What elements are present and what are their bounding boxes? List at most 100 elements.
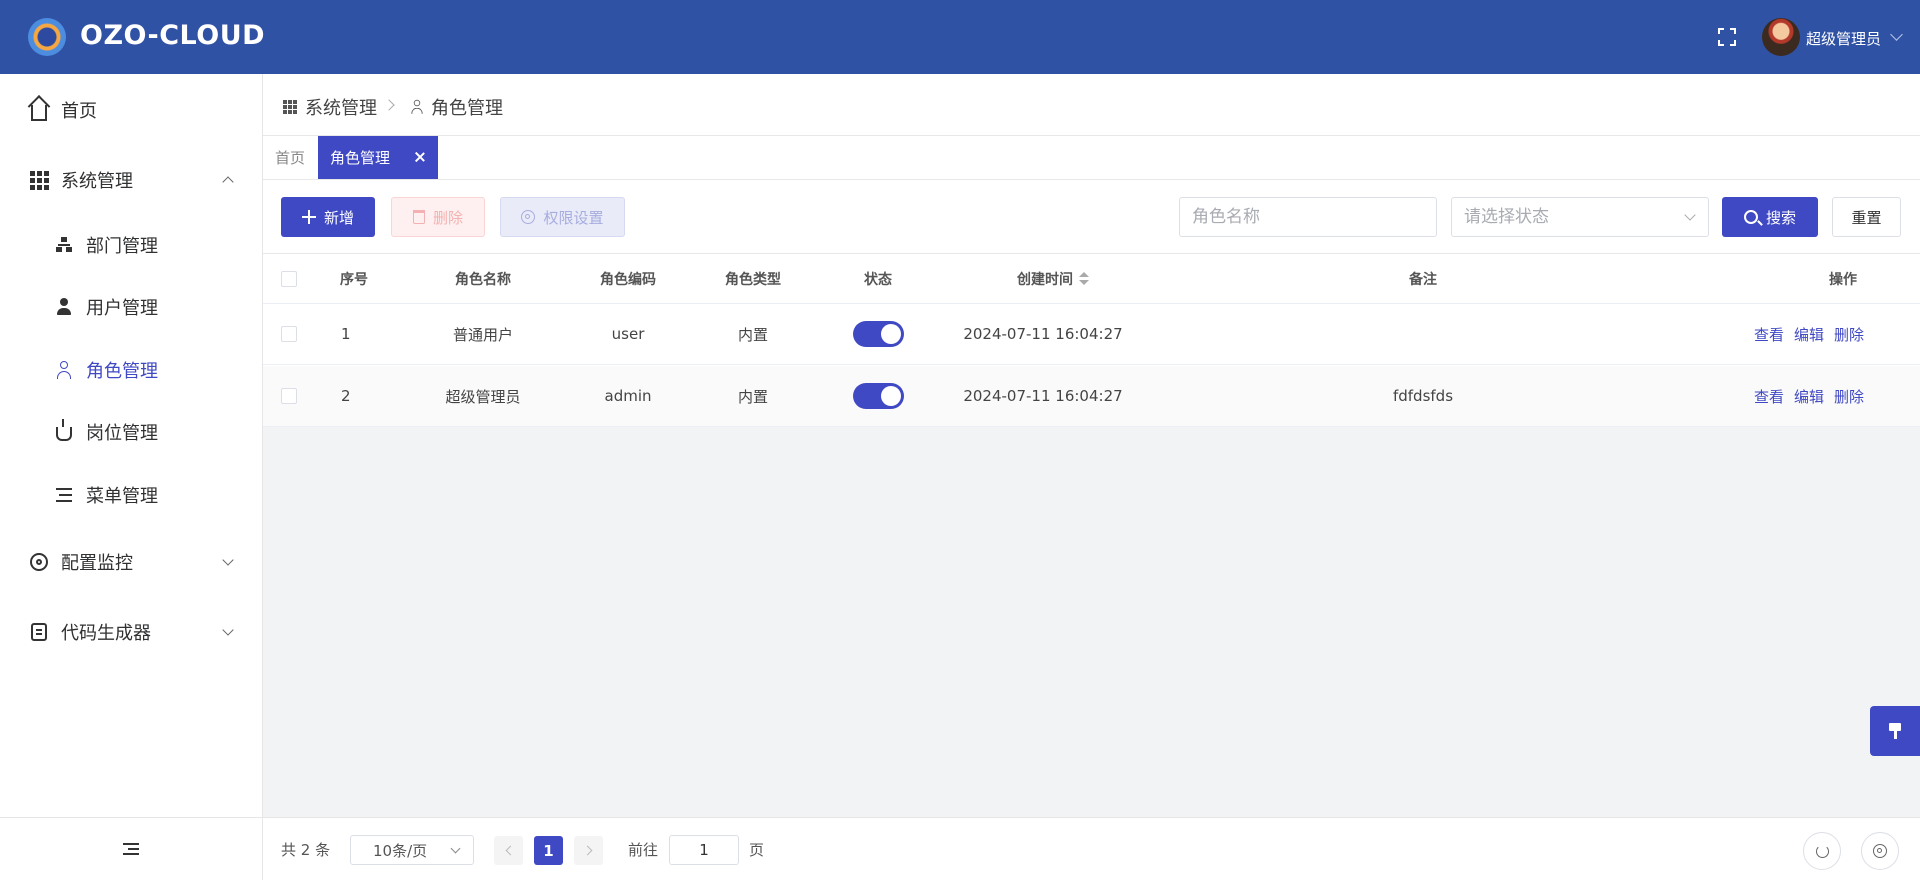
sidebar-item-config-monitor[interactable]: 配置监控 bbox=[0, 534, 262, 590]
cell-remark: fdfdsfds bbox=[1392, 387, 1454, 405]
add-button[interactable]: 新增 bbox=[281, 197, 375, 237]
top-header: OZO-CLOUD 超级管理员 bbox=[0, 0, 1920, 74]
table-header: 序号 角色名称 角色编码 角色类型 状态 创建时间 备注 操作 bbox=[263, 254, 1920, 304]
sidebar-item-label: 配置监控 bbox=[61, 553, 133, 574]
avatar[interactable] bbox=[1762, 18, 1800, 56]
select-all-checkbox[interactable] bbox=[281, 254, 297, 303]
chevron-down-icon bbox=[222, 624, 234, 636]
home-icon bbox=[29, 100, 49, 121]
status-toggle[interactable] bbox=[852, 321, 904, 347]
edit-link[interactable]: 编辑 bbox=[1794, 386, 1824, 407]
sidebar-item-departments[interactable]: 部门管理 bbox=[0, 217, 262, 273]
chevron-down-icon[interactable] bbox=[1890, 28, 1903, 41]
toolbar: 新增 删除 权限设置 搜索 重置 bbox=[263, 180, 1920, 254]
page-suffix: 页 bbox=[749, 840, 765, 859]
gear-icon bbox=[521, 210, 536, 224]
username[interactable]: 超级管理员 bbox=[1806, 28, 1881, 49]
grid-icon bbox=[283, 100, 297, 114]
row-checkbox[interactable] bbox=[281, 304, 297, 364]
user-outline-icon bbox=[411, 99, 424, 115]
permissions-button[interactable]: 权限设置 bbox=[500, 197, 625, 237]
cell-index: 1 bbox=[341, 325, 351, 343]
sidebar-item-menus[interactable]: 菜单管理 bbox=[0, 467, 262, 523]
sidebar-item-label: 角色管理 bbox=[86, 361, 158, 382]
column-header-status: 状态 bbox=[864, 271, 892, 288]
table-empty-area bbox=[263, 427, 1920, 817]
tab-home[interactable]: 首页 bbox=[263, 136, 317, 179]
page-size-select[interactable]: 10条/页 bbox=[350, 835, 474, 865]
breadcrumb-item-roles: 角色管理 bbox=[409, 94, 503, 120]
sidebar-item-system[interactable]: 系统管理 bbox=[0, 152, 262, 208]
refresh-icon bbox=[1815, 844, 1829, 858]
sidebar-item-posts[interactable]: 岗位管理 bbox=[0, 404, 262, 460]
permissions-button-label: 权限设置 bbox=[543, 208, 604, 227]
prev-page-button[interactable] bbox=[494, 836, 523, 865]
tab-roles[interactable]: 角色管理 bbox=[318, 136, 438, 179]
cell-type: 内置 bbox=[737, 325, 768, 344]
column-header-type: 角色类型 bbox=[725, 271, 781, 288]
chevron-right-icon bbox=[383, 99, 395, 111]
trash-icon bbox=[412, 210, 425, 224]
sidebar-item-label: 岗位管理 bbox=[86, 423, 158, 444]
user-icon bbox=[54, 297, 74, 317]
status-toggle[interactable] bbox=[852, 383, 904, 409]
theme-settings-button[interactable] bbox=[1870, 706, 1920, 756]
search-button-label: 搜索 bbox=[1765, 208, 1796, 227]
cell-type: 内置 bbox=[737, 387, 768, 406]
add-button-label: 新增 bbox=[323, 208, 354, 227]
delete-button[interactable]: 删除 bbox=[391, 197, 485, 237]
close-icon[interactable] bbox=[412, 149, 428, 165]
search-button[interactable]: 搜索 bbox=[1722, 197, 1818, 237]
code-icon bbox=[29, 622, 49, 642]
goto-page-input[interactable] bbox=[669, 835, 739, 865]
cell-code: admin bbox=[604, 387, 652, 405]
cell-index: 2 bbox=[341, 387, 351, 405]
column-header-created[interactable]: 创建时间 bbox=[963, 254, 1143, 303]
brush-icon bbox=[1889, 723, 1901, 739]
collapse-sidebar-button[interactable] bbox=[0, 817, 262, 880]
next-page-button[interactable] bbox=[574, 836, 603, 865]
post-icon bbox=[54, 419, 74, 442]
page-size-value: 10条/页 bbox=[373, 841, 428, 860]
column-header-created-label: 创建时间 bbox=[1017, 271, 1073, 288]
fullscreen-icon[interactable] bbox=[1718, 28, 1736, 46]
view-link[interactable]: 查看 bbox=[1754, 324, 1784, 345]
table-row: 1 普通用户 user 内置 2024-07-11 16:04:27 查看 编辑… bbox=[263, 304, 1920, 365]
sidebar-item-users[interactable]: 用户管理 bbox=[0, 279, 262, 335]
sidebar-item-label: 部门管理 bbox=[86, 236, 158, 257]
search-icon bbox=[1743, 210, 1758, 224]
chevron-down-icon bbox=[222, 554, 234, 566]
menu-icon bbox=[54, 485, 74, 505]
sort-icon[interactable] bbox=[1079, 271, 1089, 286]
breadcrumb-parent: 系统管理 bbox=[305, 98, 377, 119]
sidebar: 首页 系统管理 部门管理 用户管理 角色管理 岗位管理 菜单管理 配置监控 代码… bbox=[0, 74, 263, 880]
chevron-down-icon bbox=[450, 843, 461, 854]
column-header-actions: 操作 bbox=[1829, 271, 1857, 288]
breadcrumb-current: 角色管理 bbox=[431, 98, 503, 119]
tab-bar: 首页 角色管理 bbox=[263, 136, 1920, 180]
row-checkbox[interactable] bbox=[281, 366, 297, 426]
sidebar-item-roles[interactable]: 角色管理 bbox=[0, 342, 262, 398]
breadcrumb-item-system[interactable]: 系统管理 bbox=[283, 94, 377, 120]
column-header-index: 序号 bbox=[340, 271, 368, 288]
delete-button-label: 删除 bbox=[432, 208, 463, 227]
delete-link[interactable]: 删除 bbox=[1834, 324, 1864, 345]
sidebar-item-code-generator[interactable]: 代码生成器 bbox=[0, 604, 262, 660]
role-name-input[interactable] bbox=[1179, 197, 1437, 237]
view-link[interactable]: 查看 bbox=[1754, 386, 1784, 407]
gear-icon bbox=[1873, 844, 1887, 858]
delete-link[interactable]: 删除 bbox=[1834, 386, 1864, 407]
reset-button[interactable]: 重置 bbox=[1832, 197, 1901, 237]
page-number-button[interactable]: 1 bbox=[534, 836, 563, 865]
edit-link[interactable]: 编辑 bbox=[1794, 324, 1824, 345]
column-header-name: 角色名称 bbox=[455, 271, 511, 288]
sidebar-item-label: 代码生成器 bbox=[61, 623, 151, 644]
sidebar-item-home[interactable]: 首页 bbox=[0, 82, 262, 138]
status-select[interactable] bbox=[1451, 197, 1709, 237]
table-settings-button[interactable] bbox=[1861, 832, 1899, 870]
fold-icon bbox=[123, 843, 139, 855]
refresh-button[interactable] bbox=[1803, 832, 1841, 870]
brand-name: OZO-CLOUD bbox=[80, 20, 266, 51]
breadcrumb: 系统管理 角色管理 bbox=[263, 74, 1920, 136]
chevron-up-icon bbox=[222, 176, 234, 188]
